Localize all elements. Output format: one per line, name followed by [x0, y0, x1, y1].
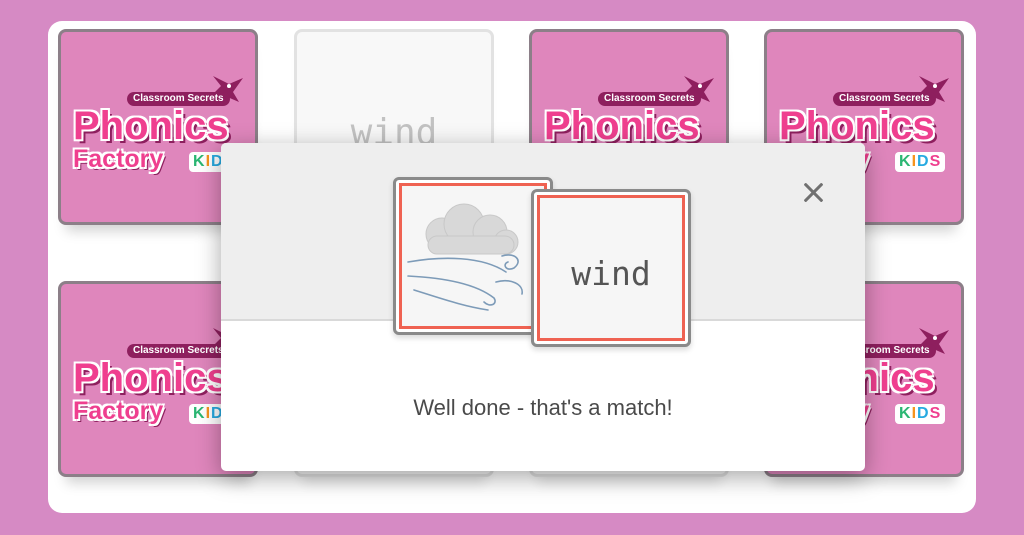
- matched-word: wind: [571, 254, 651, 293]
- logo-subtitle: Factory: [73, 397, 164, 425]
- logo-kids: KIDS: [895, 152, 946, 172]
- logo-title: Phonics: [73, 104, 229, 148]
- match-dialog: wind Well done - that's a match!: [221, 143, 865, 471]
- match-message: Well done - that's a match!: [413, 395, 673, 420]
- logo-kids: KIDS: [895, 404, 946, 424]
- match-dialog-header: wind: [221, 143, 865, 347]
- logo-subtitle: Factory: [73, 145, 164, 173]
- close-icon[interactable]: [799, 179, 827, 207]
- logo-title: Phonics: [73, 356, 229, 400]
- logo-title: Phonics: [779, 104, 935, 148]
- matched-picture-card: [393, 177, 553, 335]
- wind-cloud-icon: [407, 203, 523, 311]
- logo-title: Phonics: [544, 104, 700, 148]
- matched-word-card: wind: [531, 189, 691, 347]
